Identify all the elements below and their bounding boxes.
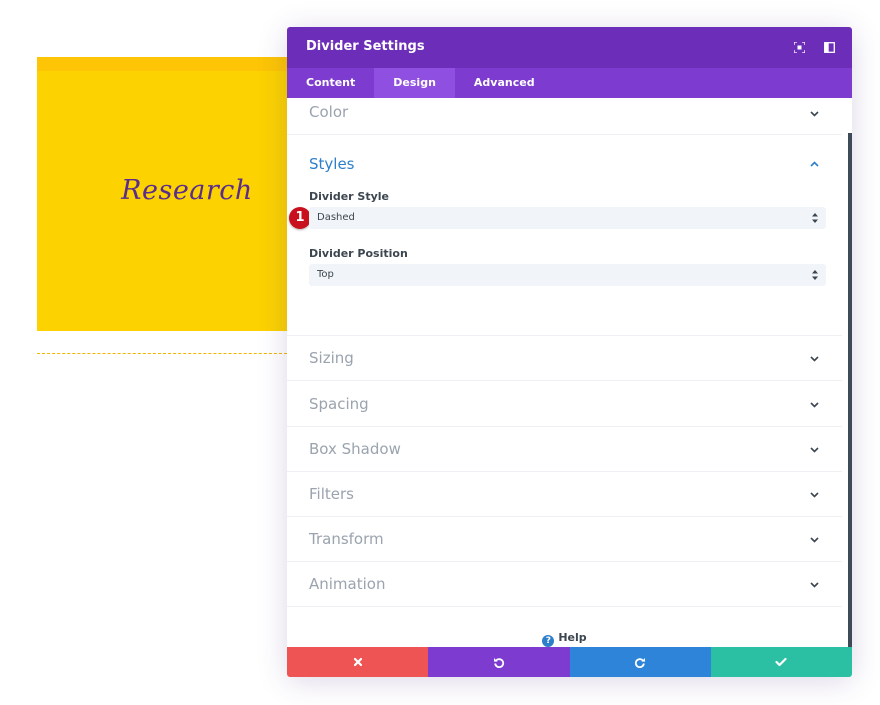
chevron-down-icon[interactable] (809, 109, 819, 119)
preview-top-bar (37, 57, 287, 71)
save-button[interactable] (710, 647, 852, 677)
step-marker: 1 (289, 207, 311, 229)
section-title-styles[interactable]: Styles (309, 155, 355, 173)
divider-settings-modal: Divider Settings Content Design Advanced… (287, 27, 852, 677)
section-title-sizing: Sizing (309, 349, 354, 367)
redo-button[interactable] (569, 647, 711, 677)
undo-button[interactable] (428, 647, 570, 677)
divider-style-value: Dashed (317, 212, 355, 223)
section-filters[interactable]: Filters (287, 471, 842, 517)
tab-design[interactable]: Design (374, 68, 455, 98)
chevron-down-icon[interactable] (809, 535, 819, 545)
modal-title: Divider Settings (306, 39, 425, 54)
section-transform[interactable]: Transform (287, 516, 842, 562)
select-arrows-icon (812, 213, 818, 223)
chevron-down-icon[interactable] (809, 490, 819, 500)
chevron-up-icon[interactable] (809, 159, 819, 169)
section-box-shadow[interactable]: Box Shadow (287, 426, 842, 472)
modal-header: Divider Settings (287, 27, 852, 68)
modal-footer (287, 647, 852, 677)
checkmark-icon (775, 657, 787, 667)
preview-module-card: Research (37, 57, 287, 331)
divider-position-select[interactable]: Top (309, 264, 826, 286)
tab-advanced[interactable]: Advanced (455, 68, 554, 98)
section-title-transform: Transform (309, 530, 384, 548)
chevron-down-icon[interactable] (809, 580, 819, 590)
section-sizing[interactable]: Sizing (287, 335, 842, 381)
help-icon: ? (542, 635, 555, 647)
divider-position-value: Top (317, 269, 334, 280)
chevron-down-icon[interactable] (809, 354, 819, 364)
section-spacing[interactable]: Spacing (287, 381, 842, 427)
redo-icon (635, 658, 646, 668)
select-arrows-icon (812, 270, 818, 280)
section-title-animation: Animation (309, 575, 386, 593)
help-link[interactable]: ? Help (287, 631, 842, 647)
divider-style-select[interactable]: Dashed (309, 207, 826, 229)
undo-icon (493, 658, 504, 668)
section-title-box-shadow: Box Shadow (309, 440, 401, 458)
section-title-filters: Filters (309, 485, 354, 503)
help-label: Help (558, 631, 587, 644)
close-icon (353, 657, 362, 667)
section-styles: Styles Divider Style 1 Dashed Divider Po… (287, 134, 842, 336)
cancel-button[interactable] (287, 647, 429, 677)
settings-scroll-area: Color Styles Divider Style 1 Dashed Divi… (287, 98, 852, 647)
chevron-down-icon[interactable] (809, 400, 819, 410)
section-title-color: Color (309, 103, 349, 121)
divider-style-label: Divider Style (309, 190, 390, 203)
tab-content[interactable]: Content (287, 68, 374, 98)
chevron-down-icon[interactable] (809, 445, 819, 455)
sidebar-layout-icon[interactable] (822, 40, 836, 54)
section-animation[interactable]: Animation (287, 561, 842, 607)
preview-dashed-divider[interactable] (37, 353, 287, 354)
divider-position-label: Divider Position (309, 247, 408, 260)
settings-tabs: Content Design Advanced (287, 68, 852, 98)
section-color[interactable]: Color (287, 98, 842, 135)
fullscreen-icon[interactable] (792, 40, 806, 54)
scrollbar[interactable] (848, 133, 852, 648)
section-title-spacing: Spacing (309, 395, 369, 413)
